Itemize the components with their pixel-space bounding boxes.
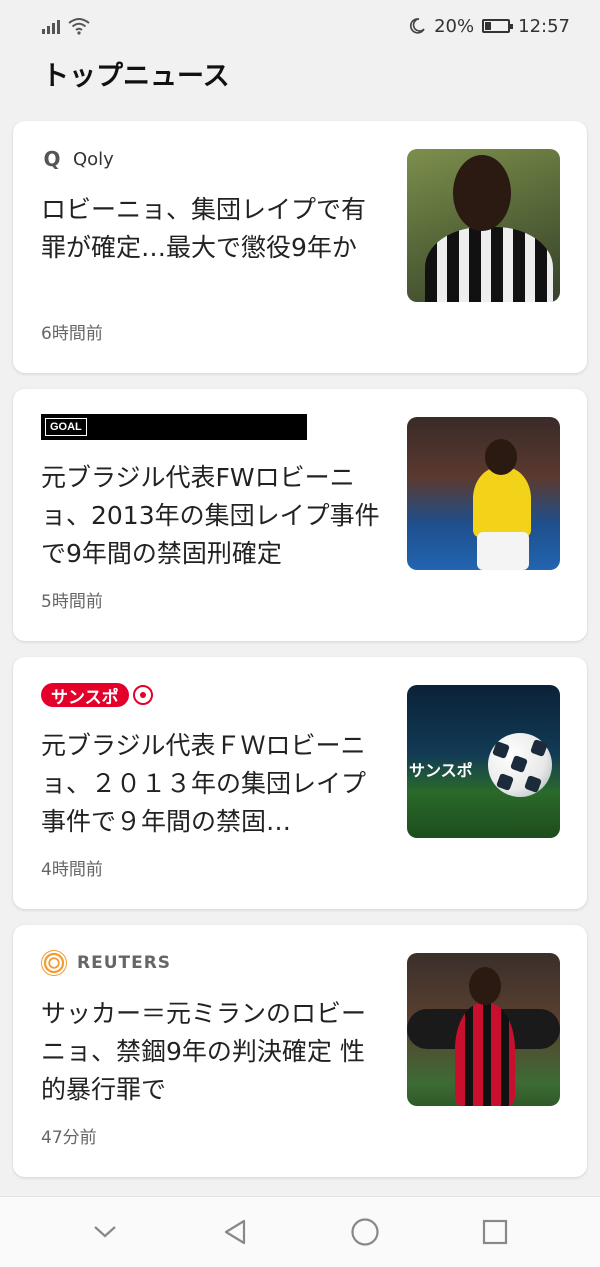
source-name: Qoly <box>73 148 114 170</box>
wifi-icon <box>68 18 90 35</box>
player-shirt <box>473 467 531 537</box>
reuters-logo-icon <box>41 950 67 976</box>
clock: 12:57 <box>518 15 570 37</box>
thumbnail <box>407 953 560 1106</box>
news-card[interactable]: REUTERS サッカー＝元ミランのロビーニョ、禁錮9年の判決確定 性的暴行罪で… <box>13 925 587 1177</box>
source-name: GOAL <box>45 418 87 436</box>
player-head <box>453 155 511 231</box>
player-shirt <box>425 227 553 302</box>
source-name: REUTERS <box>77 953 172 973</box>
source: サンスポ <box>41 681 153 709</box>
news-list: Q Qoly ロビーニョ、集団レイプで有罪が確定…最大で懲役9年か 6時間前 G… <box>13 121 587 1193</box>
status-right: 20% 12:57 <box>408 16 570 37</box>
headline: サッカー＝元ミランのロビーニョ、禁錮9年の判決確定 性的暴行罪で <box>41 999 367 1104</box>
timestamp: 6時間前 <box>41 324 103 344</box>
battery-icon <box>482 19 514 33</box>
source-name: サンスポ <box>41 683 129 708</box>
thumbnail-caption: サンスポ <box>409 761 473 780</box>
page-title: トップニュース <box>42 61 230 92</box>
headline: 元ブラジル代表ＦＷロビーニョ、２０１３年の集団レイプ事件で９年間の禁固… <box>41 731 367 836</box>
goal-logo: GOAL <box>41 414 307 440</box>
home-circle-icon <box>351 1218 379 1246</box>
player-head <box>469 967 501 1005</box>
sanspo-eye-icon <box>132 685 153 705</box>
nav-recents-button[interactable] <box>475 1212 515 1252</box>
back-triangle-icon <box>224 1219 246 1245</box>
news-card[interactable]: GOAL 元ブラジル代表FWロビーニョ、2013年の集団レイプ事件で9年間の禁固… <box>13 389 587 641</box>
nav-home-button[interactable] <box>345 1212 385 1252</box>
timestamp: 47分前 <box>41 1128 97 1148</box>
player-head <box>485 439 517 475</box>
soccer-ball-icon <box>488 733 552 797</box>
headline: ロビーニョ、集団レイプで有罪が確定…最大で懲役9年か <box>41 195 367 262</box>
signal-icon <box>42 18 60 34</box>
news-card[interactable]: サンスポ 元ブラジル代表ＦＷロビーニョ、２０１３年の集団レイプ事件で９年間の禁固… <box>13 657 587 909</box>
thumbnail <box>407 149 560 302</box>
battery-percent: 20% <box>434 15 475 37</box>
headline: 元ブラジル代表FWロビーニョ、2013年の集団レイプ事件で9年間の禁固刑確定 <box>41 463 380 568</box>
chevron-down-icon <box>94 1226 116 1238</box>
thumbnail <box>407 417 560 570</box>
thumbnail: サンスポ <box>407 685 560 838</box>
player-shirt <box>455 1003 515 1106</box>
status-left <box>42 17 90 35</box>
nav-back-button[interactable] <box>215 1212 255 1252</box>
moon-icon <box>410 18 425 34</box>
qoly-logo-icon: Q <box>43 147 61 171</box>
player-shorts <box>477 532 529 570</box>
status-bar: 20% 12:57 <box>0 0 600 52</box>
timestamp: 5時間前 <box>41 592 103 612</box>
source: Q Qoly <box>41 145 114 173</box>
recents-square-icon <box>482 1219 508 1245</box>
source: GOAL <box>41 413 307 441</box>
timestamp: 4時間前 <box>41 860 103 880</box>
source: REUTERS <box>41 949 171 977</box>
news-card[interactable]: Q Qoly ロビーニョ、集団レイプで有罪が確定…最大で懲役9年か 6時間前 <box>13 121 587 373</box>
nav-collapse-button[interactable] <box>85 1212 125 1252</box>
system-nav-bar <box>0 1196 600 1267</box>
